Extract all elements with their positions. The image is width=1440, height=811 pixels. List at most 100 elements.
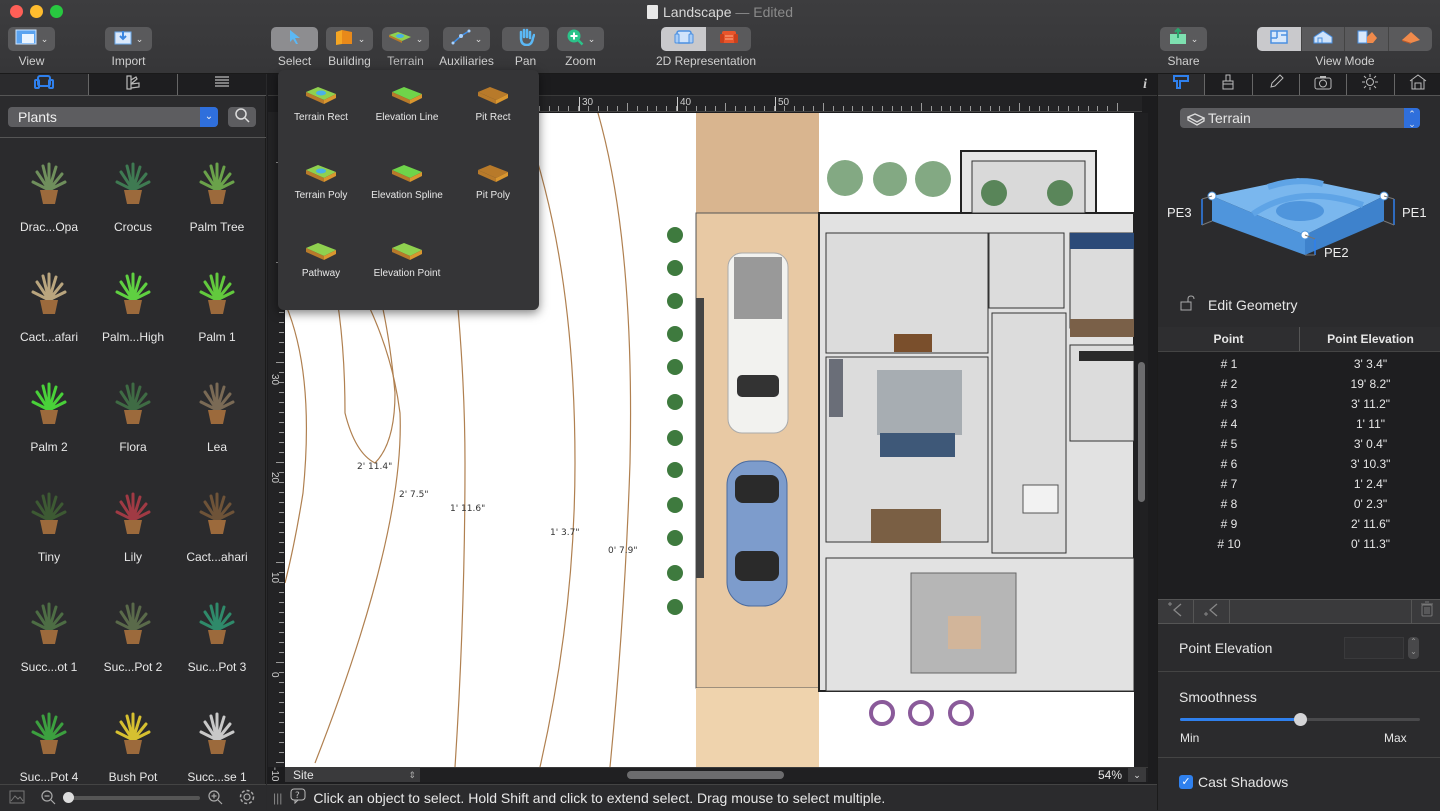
table-row[interactable]: # 9 2' 11.6" — [1158, 514, 1440, 534]
import-button[interactable]: ⌄ — [105, 27, 152, 51]
terrain-menu-item-terrain-rect[interactable]: Terrain Rect — [278, 84, 364, 123]
import-label: Import — [111, 54, 146, 68]
ruler-tick — [636, 106, 638, 111]
resize-grip-icon[interactable]: ||| — [273, 791, 282, 805]
table-row[interactable]: # 8 0' 2.3" — [1158, 494, 1440, 514]
library-item[interactable]: Palm 1 — [175, 256, 259, 366]
library-item[interactable]: Palm 2 — [7, 366, 91, 476]
library-item[interactable]: Cact...afari — [7, 256, 91, 366]
auxiliaries-tool-button[interactable]: ⌄ — [443, 27, 490, 51]
terrain-menu-item-pit-rect[interactable]: Pit Rect — [450, 84, 536, 123]
delete-point-button[interactable] — [1411, 600, 1440, 623]
library-item[interactable]: Flora — [91, 366, 175, 476]
library-item[interactable]: Cact...ahari — [175, 476, 259, 586]
info-icon[interactable]: i — [1143, 77, 1147, 93]
zoom-chevron-icon[interactable]: ⌄ — [1128, 768, 1146, 782]
view-mode-3d-button[interactable] — [1388, 27, 1432, 51]
category-select[interactable]: Plants ⌄ — [8, 107, 218, 127]
terrain-menu-item-pathway[interactable]: Pathway — [278, 240, 364, 279]
insert-point-button[interactable] — [1194, 600, 1230, 623]
table-row[interactable]: # 6 3' 10.3" — [1158, 454, 1440, 474]
add-point-button[interactable] — [1158, 600, 1194, 623]
zoom-percentage[interactable]: 54% — [1088, 768, 1122, 782]
zoom-in-small-icon[interactable] — [207, 789, 223, 810]
unlock-icon — [1180, 295, 1198, 314]
select-label: Select — [277, 54, 312, 68]
tab-camera[interactable] — [1298, 74, 1347, 95]
horizontal-scrollbar-thumb[interactable] — [627, 771, 784, 779]
ruler-tick — [276, 462, 284, 463]
library-item-name: Palm...High — [101, 330, 165, 344]
table-row[interactable]: # 3 3' 11.2" — [1158, 394, 1440, 414]
elevation-spline-icon — [392, 165, 422, 182]
column-header-point[interactable]: Point — [1158, 327, 1300, 351]
representation-color-button[interactable] — [706, 27, 751, 51]
library-item[interactable]: Lea — [175, 366, 259, 476]
library-item[interactable]: Suc...Pot 2 — [91, 586, 175, 696]
object-type-select[interactable]: Terrain ⌃ ⌄ — [1180, 108, 1420, 129]
library-item-name: Flora — [119, 440, 147, 454]
tab-objects[interactable] — [0, 74, 88, 95]
select-tool-button[interactable] — [271, 27, 318, 51]
thumbnail-size-slider-knob[interactable] — [63, 792, 74, 803]
elevation-cell: 19' 8.2" — [1350, 377, 1391, 391]
edit-geometry-toggle[interactable]: Edit Geometry — [1180, 295, 1297, 314]
plant-thumbnail-icon — [19, 148, 79, 208]
building-tool-button[interactable]: ⌄ — [326, 27, 373, 51]
terrain-menu-item-pit-poly[interactable]: Pit Poly — [450, 162, 536, 201]
vertical-scrollbar-thumb[interactable] — [1138, 362, 1145, 502]
armchair-outline-icon — [674, 29, 694, 50]
library-item[interactable]: Palm Tree — [175, 146, 259, 256]
table-row[interactable]: # 4 1' 11" — [1158, 414, 1440, 434]
library-item[interactable]: Succ...ot 1 — [7, 586, 91, 696]
column-header-elevation[interactable]: Point Elevation — [1300, 327, 1440, 351]
point-elevation-stepper[interactable]: ⌃ ⌄ — [1408, 637, 1419, 659]
pan-tool-button[interactable] — [502, 27, 549, 51]
terrain-menu-item-terrain-poly[interactable]: Terrain Poly — [278, 162, 364, 201]
library-item[interactable]: Crocus — [91, 146, 175, 256]
table-row[interactable]: # 10 0' 11.3" — [1158, 534, 1440, 554]
terrain-menu-item-label: Terrain Poly — [294, 190, 348, 201]
tab-edit[interactable] — [1251, 74, 1299, 95]
table-row[interactable]: # 7 1' 2.4" — [1158, 474, 1440, 494]
view-mode-3d-plan-button[interactable] — [1301, 27, 1344, 51]
library-item[interactable]: Palm...High — [91, 256, 175, 366]
tab-building[interactable] — [1393, 74, 1440, 95]
share-button[interactable]: ⌄ — [1160, 27, 1207, 51]
library-item[interactable]: Drac...Opa — [7, 146, 91, 256]
table-row[interactable]: # 1 3' 3.4" — [1158, 354, 1440, 374]
list-icon — [213, 75, 231, 94]
terrain-tool-button[interactable]: ⌄ — [382, 27, 429, 51]
library-item[interactable]: Tiny — [7, 476, 91, 586]
tab-materials[interactable] — [88, 74, 177, 95]
hand-icon — [517, 28, 535, 51]
view-mode-2d-button[interactable] — [1257, 27, 1301, 51]
library-search-button[interactable] — [228, 107, 256, 127]
tab-style[interactable] — [1204, 74, 1252, 95]
table-row[interactable]: # 5 3' 0.4" — [1158, 434, 1440, 454]
thumbnail-size-slider[interactable] — [64, 796, 200, 800]
representation-blueprint-button[interactable] — [661, 27, 706, 51]
image-icon[interactable] — [9, 790, 25, 809]
gear-icon[interactable] — [238, 788, 256, 811]
view-mode-split-button[interactable] — [1344, 27, 1388, 51]
terrain-menu-item-elevation-point[interactable]: Elevation Point — [364, 240, 450, 279]
layer-select[interactable]: Site ⇕ — [285, 768, 420, 782]
ruler-tick — [279, 742, 284, 743]
zoom-out-icon[interactable] — [40, 789, 56, 810]
tab-light[interactable] — [1346, 74, 1394, 95]
library-item[interactable]: Suc...Pot 3 — [175, 586, 259, 696]
point-elevation-input[interactable] — [1344, 637, 1404, 659]
library-item[interactable]: Lily — [91, 476, 175, 586]
terrain-menu-item-elevation-spline[interactable]: Elevation Spline — [364, 162, 450, 201]
cast-shadows-checkbox[interactable]: ✓ Cast Shadows — [1179, 774, 1288, 790]
view-button[interactable]: ⌄ — [8, 27, 55, 51]
tab-object-properties[interactable] — [1158, 74, 1205, 95]
ruler-tick — [744, 106, 746, 111]
smoothness-slider-knob[interactable] — [1294, 713, 1307, 726]
terrain-menu-item-elevation-line[interactable]: Elevation Line — [364, 84, 450, 123]
table-row[interactable]: # 2 19' 8.2" — [1158, 374, 1440, 394]
contour-label: 0' 7.9" — [608, 546, 638, 556]
tab-list[interactable] — [177, 74, 266, 95]
zoom-tool-button[interactable]: ⌄ — [557, 27, 604, 51]
